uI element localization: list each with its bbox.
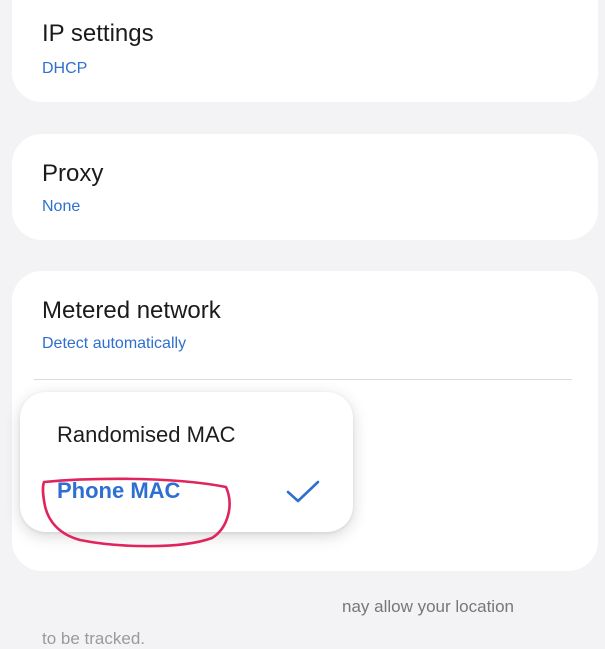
menu-item-randomised-mac[interactable]: Randomised MAC xyxy=(20,400,353,460)
proxy-value: None xyxy=(42,198,81,215)
menu-item-label: Randomised MAC xyxy=(57,422,236,447)
mac-description-partial-2: to be tracked. xyxy=(42,629,146,648)
ip-settings-title: IP settings xyxy=(42,20,154,47)
proxy-card[interactable]: Proxy None xyxy=(12,134,598,240)
proxy-title: Proxy xyxy=(42,160,104,187)
menu-item-phone-mac[interactable]: Phone MAC xyxy=(20,466,353,526)
ip-settings-card[interactable]: IP settings DHCP xyxy=(12,0,598,102)
menu-item-label: Phone MAC xyxy=(57,478,181,503)
mac-description-partial: nay allow your location xyxy=(342,597,514,616)
metered-network-title: Metered network xyxy=(42,297,221,324)
check-icon xyxy=(286,480,320,503)
ip-settings-value: DHCP xyxy=(42,60,88,77)
metered-network-value: Detect automatically xyxy=(42,335,187,352)
mac-type-popup-menu: Randomised MAC Phone MAC xyxy=(20,392,353,532)
metered-network-row[interactable]: Metered network Detect automatically xyxy=(12,271,598,379)
